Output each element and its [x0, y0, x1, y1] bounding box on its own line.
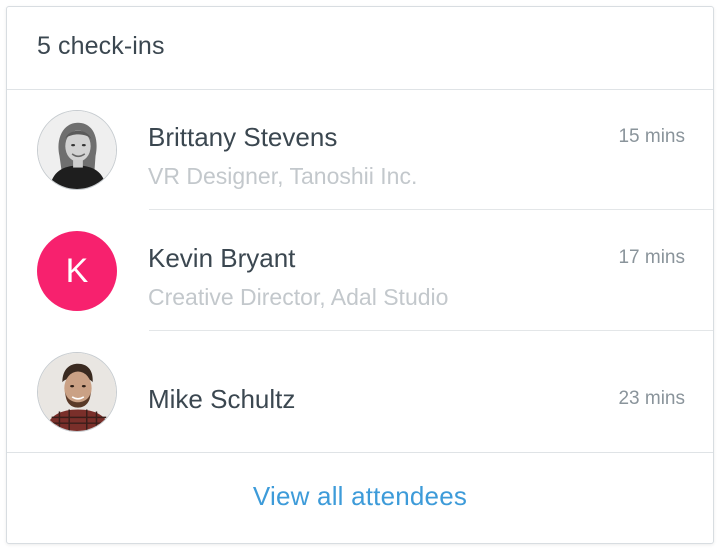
checkins-card: 5 check-ins Brittany Stevens VR Designer…: [6, 6, 714, 544]
view-all-attendees-link[interactable]: View all attendees: [253, 481, 467, 512]
attendee-name: Brittany Stevens: [148, 122, 338, 152]
attendee-subtitle: Creative Director, Adal Studio: [148, 284, 449, 310]
row-divider: [149, 209, 713, 210]
attendee-row[interactable]: Brittany Stevens VR Designer, Tanoshii I…: [7, 90, 713, 210]
attendee-name: Mike Schultz: [148, 384, 296, 414]
man-avatar-icon: [38, 353, 116, 431]
attendee-row[interactable]: Mike Schultz 23 mins: [7, 332, 713, 452]
row-divider: [149, 330, 713, 331]
checkin-time: 17 mins: [618, 247, 685, 268]
attendee-subtitle: VR Designer, Tanoshii Inc.: [148, 163, 418, 189]
card-header: 5 check-ins: [7, 7, 713, 90]
avatar: [37, 110, 117, 190]
checkin-time: 23 mins: [618, 388, 685, 409]
avatar-initial: K: [65, 251, 89, 290]
checkin-time: 15 mins: [618, 126, 685, 147]
attendee-row[interactable]: K Kevin Bryant Creative Director, Adal S…: [7, 211, 713, 331]
card-title: 5 check-ins: [37, 32, 165, 60]
avatar: K: [37, 231, 117, 311]
avatar: [37, 352, 117, 432]
woman-avatar-icon: [38, 111, 116, 189]
attendee-name: Kevin Bryant: [148, 243, 296, 273]
card-footer: View all attendees: [7, 452, 713, 543]
